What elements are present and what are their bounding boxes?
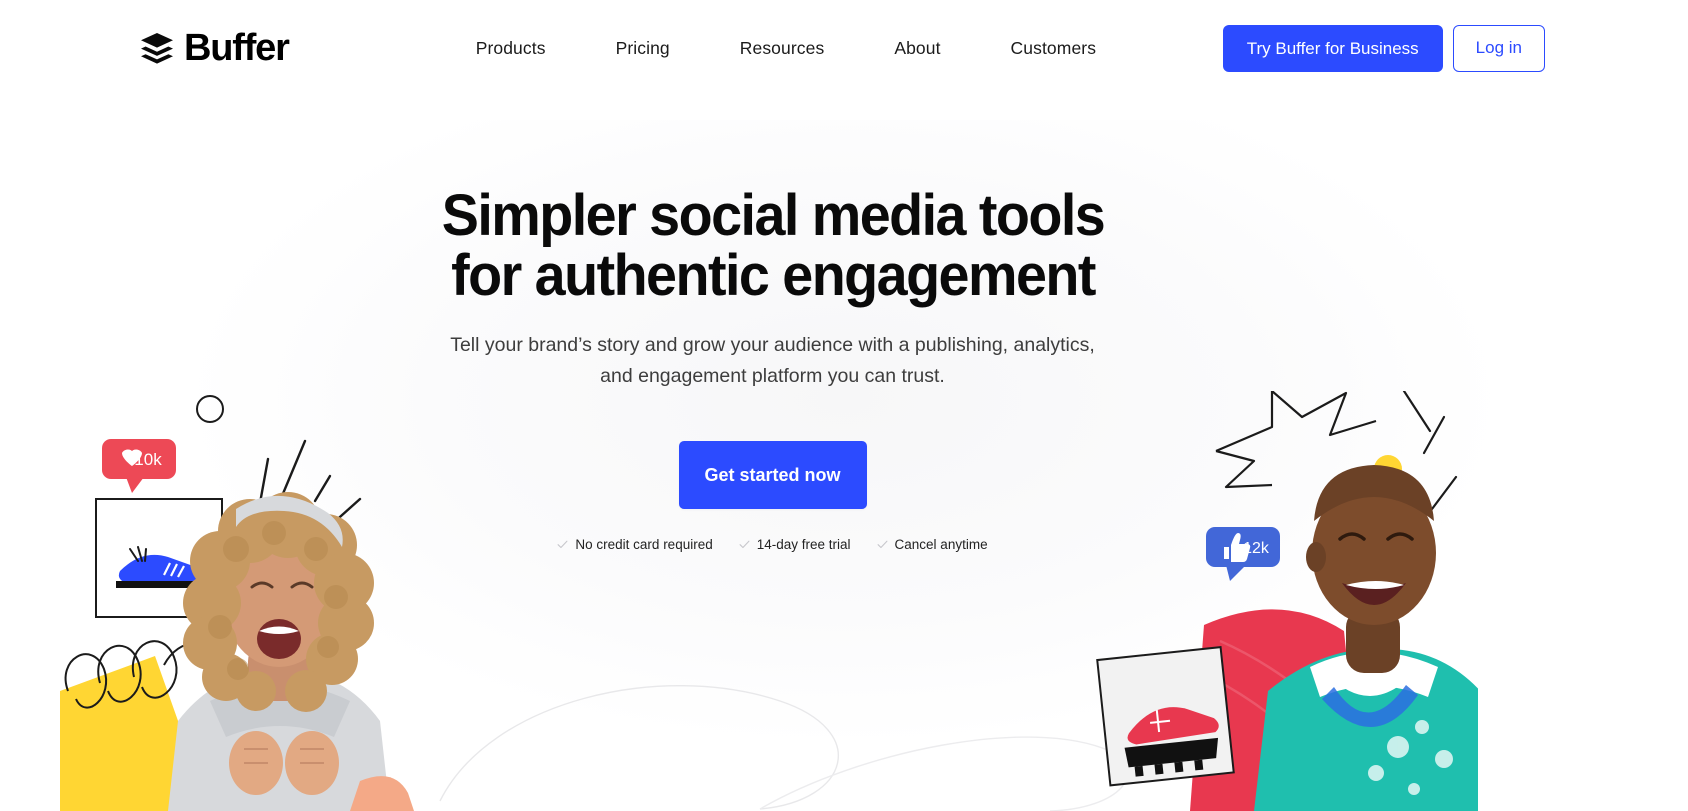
headline-line-1: Simpler social media tools	[441, 183, 1105, 248]
buffer-logo[interactable]: Buffer	[140, 27, 290, 69]
login-button[interactable]: Log in	[1452, 24, 1545, 72]
check-icon	[557, 540, 568, 549]
hand-left	[229, 731, 283, 795]
cta-container: Get started now	[423, 441, 1123, 509]
like-badge-heart: 10k	[102, 439, 176, 493]
check-icon	[877, 540, 887, 549]
yellow-dot	[1374, 455, 1402, 483]
nav-item-pricing[interactable]: Pricing	[581, 38, 705, 59]
check-icon	[739, 540, 750, 549]
woman-celebrating-photo	[168, 492, 414, 811]
primary-navigation: Products Pricing Resources About Custome…	[441, 38, 1131, 59]
red-blob	[1190, 609, 1362, 811]
header-actions: Try Buffer for Business Log in	[1222, 24, 1545, 72]
try-buffer-for-business-button[interactable]: Try Buffer for Business	[1222, 24, 1443, 72]
perk-label: Cancel anytime	[894, 537, 988, 552]
perk-label: 14-day free trial	[756, 537, 851, 552]
zigzag-line-doodle	[1402, 391, 1458, 511]
left-hero-illustration: 10k	[60, 395, 414, 811]
svg-text:10k: 10k	[134, 450, 162, 469]
svg-text:12k: 12k	[1243, 540, 1270, 557]
perk-label: No credit card required	[575, 537, 713, 552]
like-badge-thumbs-up: 12k	[1206, 527, 1280, 581]
page-title: Simpler social media tools for authentic…	[437, 186, 1109, 306]
spring-coil-doodle	[64, 640, 208, 709]
circle-outline-doodle	[196, 395, 224, 423]
perk-free-trial: 14-day free trial	[739, 537, 851, 552]
nav-item-about[interactable]: About	[859, 38, 975, 59]
dot-doodle	[353, 573, 359, 579]
perk-cancel-anytime: Cancel anytime	[877, 537, 988, 552]
get-started-now-button[interactable]: Get started now	[678, 441, 867, 509]
nav-item-products[interactable]: Products	[441, 38, 581, 59]
hand-right	[285, 731, 339, 795]
nav-item-resources[interactable]: Resources	[705, 38, 860, 59]
headline-line-2: for authentic engagement	[450, 243, 1096, 308]
nav-item-customers[interactable]: Customers	[976, 38, 1132, 59]
hero-subheading: Tell your brand’s story and grow your au…	[423, 330, 1123, 392]
hero-perks-list: No credit card required 14-day free tria…	[423, 537, 1123, 552]
looping-swirl-doodle	[439, 685, 1129, 811]
perk-no-credit-card: No credit card required	[557, 537, 713, 552]
burst-line-doodle	[258, 439, 362, 535]
man-smiling-photo	[1254, 465, 1478, 811]
site-header: Buffer Products Pricing Resources About …	[0, 0, 1545, 96]
yellow-blob	[60, 656, 210, 811]
buffer-stacked-layers-icon	[141, 33, 173, 64]
star-outline-doodle	[1215, 391, 1377, 453]
buffer-homepage: Buffer Products Pricing Resources About …	[0, 0, 1688, 811]
logo-wordmark: Buffer	[184, 27, 290, 69]
subhead-line-1: Tell your brand’s story and grow your au…	[450, 334, 910, 356]
photo-card-sneaker	[95, 498, 223, 618]
